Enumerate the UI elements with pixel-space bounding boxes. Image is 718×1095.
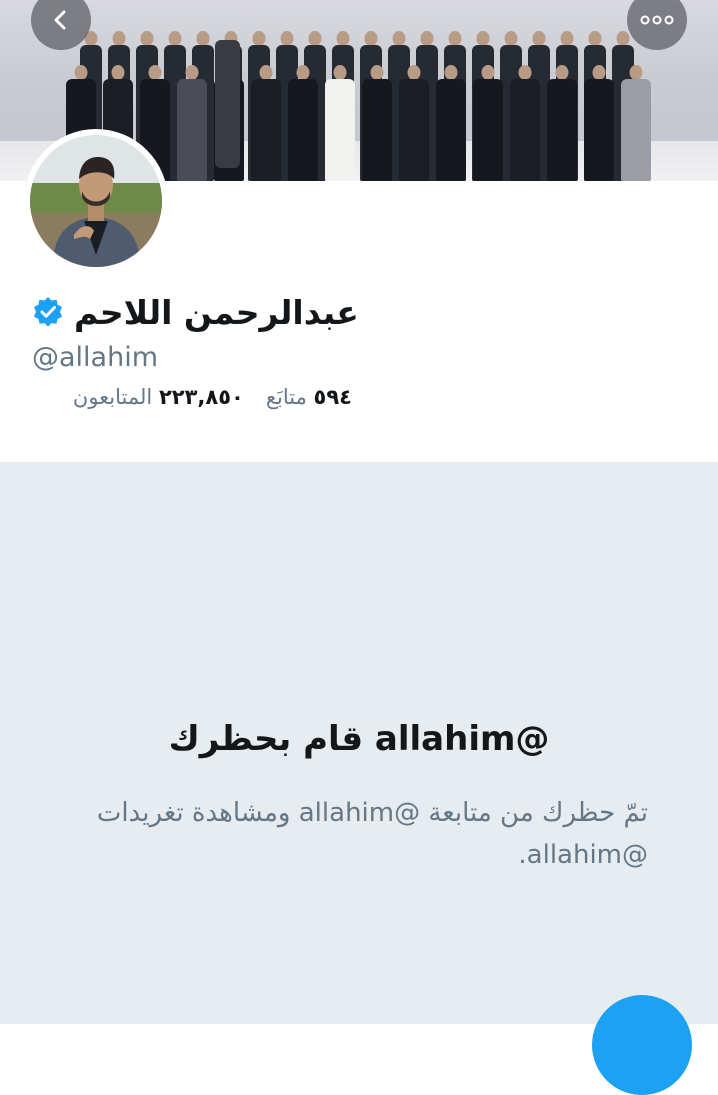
blocked-description-line-1: تمّ حظرك من متابعة @allahim ومشاهدة تغري… [96, 798, 648, 828]
username-handle: @allahim [32, 342, 159, 373]
banner-figure [621, 53, 651, 181]
display-name: عبدالرحمن اللاحم [74, 292, 359, 332]
verified-badge-icon [32, 296, 64, 328]
banner-figure [325, 53, 355, 181]
banner-figure [547, 53, 577, 181]
following-stat[interactable]: ٥٩٤ متابَع [266, 385, 352, 409]
banner-figure [510, 53, 540, 181]
profile-avatar[interactable] [24, 129, 168, 273]
banner-figure [436, 53, 466, 181]
banner-figure [362, 53, 392, 181]
banner-figure [177, 53, 207, 181]
follow-stats: ٥٩٤ متابَع ٢٢٣,٨٥٠ المتابعون [32, 385, 352, 409]
followers-label: المتابعون [72, 385, 153, 409]
following-label: متابَع [265, 385, 307, 409]
chevron-left-icon [49, 8, 73, 32]
compose-button[interactable] [592, 995, 692, 1095]
blocked-title: @allahim قام بحظرك [168, 719, 550, 759]
blocked-description: تمّ حظرك من متابعة @allahim ومشاهدة تغري… [70, 792, 648, 876]
avatar-photo [30, 135, 162, 267]
banner-figure [584, 53, 614, 181]
blocked-description-line-2: @allahim. [518, 840, 648, 870]
more-options-icon [640, 15, 674, 25]
name-row: عبدالرحمن اللاحم [32, 290, 412, 334]
banner-figure [473, 53, 503, 181]
banner-figure [251, 53, 281, 181]
following-count: ٥٩٤ [313, 385, 352, 409]
banner-figure [288, 53, 318, 181]
banner-figure [399, 53, 429, 181]
blocked-notice-area: @allahim قام بحظرك تمّ حظرك من متابعة @a… [0, 462, 718, 1024]
followers-stat[interactable]: ٢٢٣,٨٥٠ المتابعون [73, 385, 244, 409]
more-options-button[interactable] [627, 0, 687, 50]
banner-redaction-bar [215, 40, 240, 168]
followers-count: ٢٢٣,٨٥٠ [158, 385, 244, 409]
